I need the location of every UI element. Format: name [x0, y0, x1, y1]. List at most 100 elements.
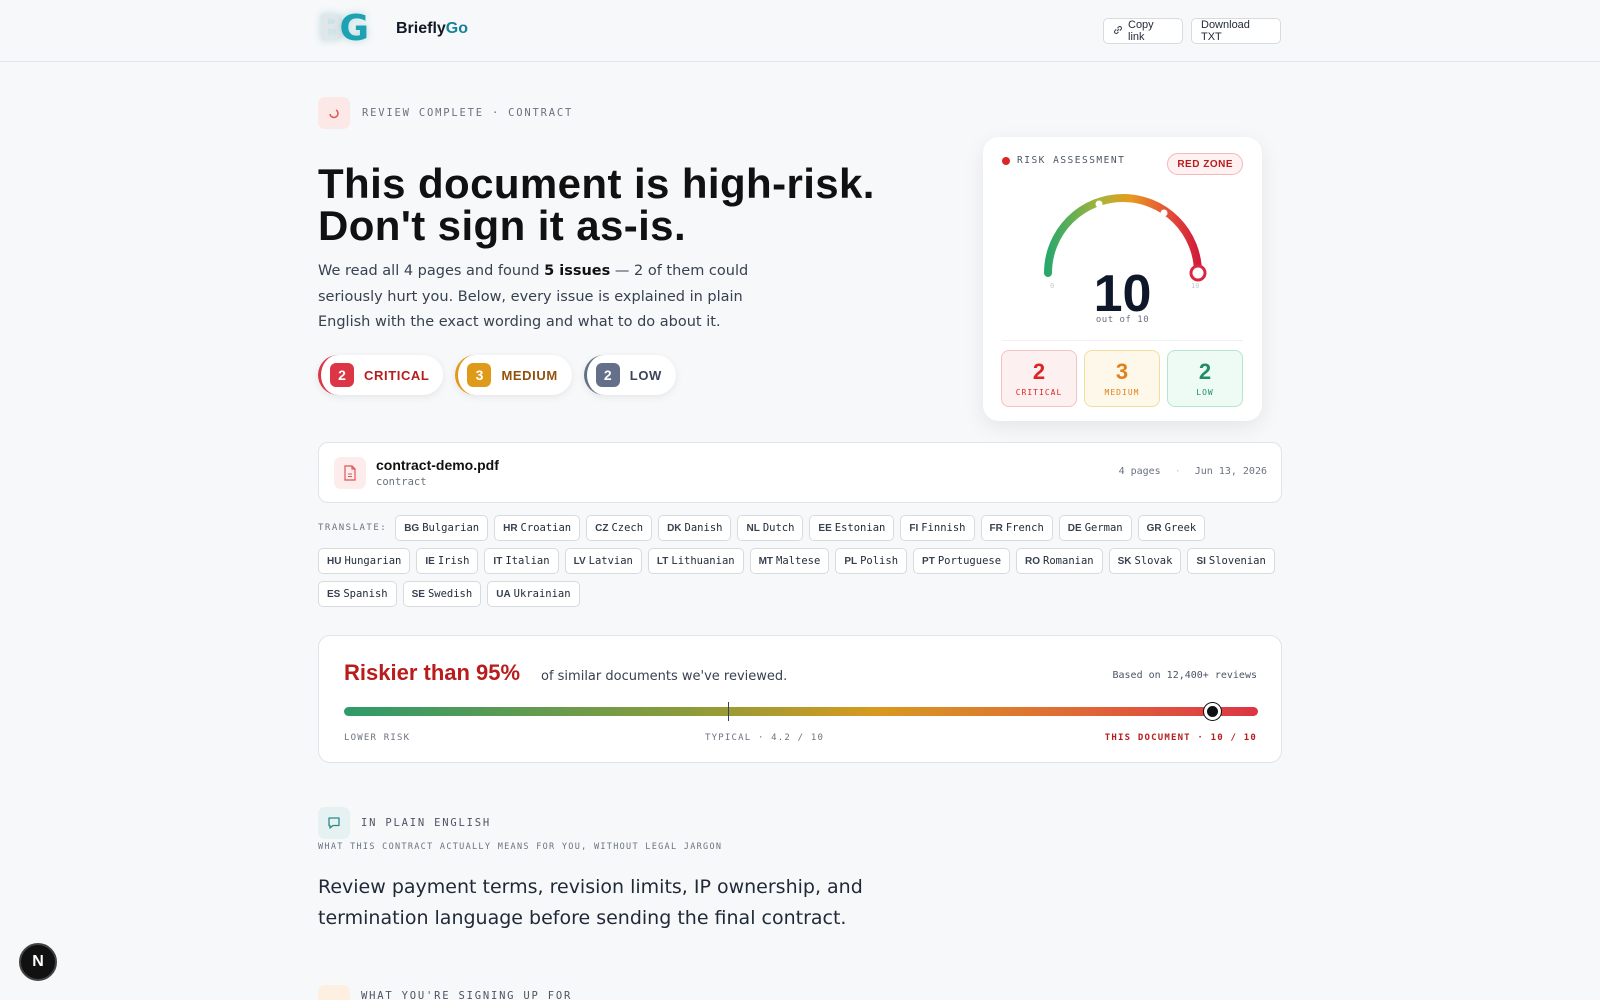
translate-chip-spanish[interactable]: ES Spanish — [318, 581, 397, 607]
language-name: Swedish — [427, 588, 473, 600]
country-code: IE — [425, 555, 435, 567]
document-icon — [334, 457, 366, 489]
country-code: RO — [1025, 555, 1041, 567]
severity-label: CRITICAL — [364, 367, 430, 383]
eyebrow-text: REVIEW COMPLETE · CONTRACT — [362, 107, 574, 119]
language-name: Finnish — [921, 522, 966, 534]
language-name: Lithuanian — [671, 555, 735, 567]
lower-risk-label: LOWER RISK — [344, 733, 411, 743]
translate-chip-slovak[interactable]: SK Slovak — [1108, 548, 1182, 574]
link-icon — [1113, 25, 1123, 38]
translate-chip-dutch[interactable]: NL Dutch — [737, 515, 804, 541]
language-name: Danish — [684, 522, 723, 534]
typical-label: TYPICAL · 4.2 / 10 — [705, 733, 825, 743]
translate-chip-maltese[interactable]: MT Maltese — [749, 548, 830, 574]
language-name: French — [1005, 522, 1044, 534]
translate-chip-ukrainian[interactable]: UA Ukrainian — [487, 581, 580, 607]
file-date: Jun 13, 2026 — [1194, 466, 1267, 477]
copy-link-button[interactable]: Copy link — [1103, 18, 1183, 44]
translate-chip-polish[interactable]: PL Polish — [835, 548, 908, 574]
country-code: GR — [1146, 522, 1162, 534]
country-code: ES — [327, 588, 341, 600]
language-name: Slovenian — [1208, 555, 1266, 567]
translate-chip-lithuanian[interactable]: LT Lithuanian — [647, 548, 744, 574]
risk-out-of: out of 10 — [1095, 315, 1150, 325]
this-document-marker — [1204, 703, 1222, 720]
country-code: BG — [404, 522, 420, 534]
translate-chip-bulgarian[interactable]: BG Bulgarian — [395, 515, 489, 541]
risk-count-medium: 3 MEDIUM — [1084, 350, 1160, 407]
translate-chip-swedish[interactable]: SE Swedish — [402, 581, 482, 607]
file-name: contract-demo.pdf — [376, 457, 499, 473]
country-code: FI — [909, 522, 919, 534]
logo-mark: BG — [318, 8, 369, 49]
language-name: Greek — [1164, 522, 1197, 534]
translate-chip-latvian[interactable]: LV Latvian — [564, 548, 642, 574]
risk-scale-bar — [344, 707, 1258, 716]
language-name: Italian — [505, 555, 550, 567]
plain-english-title: IN PLAIN ENGLISH — [361, 817, 491, 829]
country-code: MT — [758, 555, 774, 567]
translate-chip-irish[interactable]: IE Irish — [416, 548, 479, 574]
translate-chip-croatian[interactable]: HR Croatian — [494, 515, 581, 541]
framework-badge[interactable]: N — [19, 943, 57, 981]
comparison-headline: Riskier than 95% — [344, 660, 521, 685]
translate-chip-estonian[interactable]: EE Estonian — [809, 515, 895, 541]
language-name: Spanish — [343, 588, 388, 600]
risk-assessment-card: RISK ASSESSMENT RED ZONE 0 10 10 out of … — [983, 137, 1262, 421]
gauge-arc — [1044, 194, 1202, 277]
risk-comparison-card: Riskier than 95% of similar documents we… — [318, 635, 1282, 763]
file-type: contract — [376, 476, 427, 488]
country-code: SI — [1196, 555, 1206, 567]
translate-chip-german[interactable]: DE German — [1058, 515, 1132, 541]
translate-chip-italian[interactable]: IT Italian — [484, 548, 559, 574]
logo[interactable]: BG BrieflyGo — [318, 8, 468, 49]
next-section-title: WHAT YOU'RE SIGNING UP FOR — [361, 990, 573, 1000]
this-document-label: THIS DOCUMENT · 10 / 10 — [1104, 733, 1257, 743]
country-code: PT — [922, 555, 935, 567]
translate-chip-greek[interactable]: GR Greek — [1137, 515, 1206, 541]
translate-chip-finnish[interactable]: FI Finnish — [900, 515, 975, 541]
severity-label: LOW — [629, 367, 662, 383]
language-name: Croatian — [520, 522, 572, 534]
risk-title: RISK ASSESSMENT — [1017, 155, 1126, 166]
plain-english-subtitle: WHAT THIS CONTRACT ACTUALLY MEANS FOR YO… — [318, 842, 723, 852]
risk-count-label: MEDIUM — [1104, 387, 1140, 397]
severity-pill-low[interactable]: 2 LOW — [583, 355, 676, 395]
zone-badge: RED ZONE — [1167, 153, 1243, 175]
translate-chip-danish[interactable]: DK Danish — [658, 515, 732, 541]
severity-count: 3 — [467, 363, 492, 387]
translate-chip-hungarian[interactable]: HU Hungarian — [318, 548, 411, 574]
translate-label: TRANSLATE: — [318, 523, 388, 533]
translate-chip-portuguese[interactable]: PT Portuguese — [913, 548, 1011, 574]
country-code: HR — [503, 522, 518, 534]
risk-header: RISK ASSESSMENT — [1002, 155, 1125, 166]
translate-chip-czech[interactable]: CZ Czech — [586, 515, 653, 541]
severity-pill-critical[interactable]: 2 CRITICAL — [318, 355, 444, 395]
top-bar: BG BrieflyGo Copy link Download TXT — [0, 0, 1600, 62]
country-code: HU — [327, 555, 342, 567]
country-code: IT — [493, 555, 503, 567]
country-code: EE — [818, 522, 832, 534]
language-name: Hungarian — [344, 555, 402, 567]
country-code: DK — [667, 522, 682, 534]
translate-chip-slovenian[interactable]: SI Slovenian — [1187, 548, 1275, 574]
risk-count-value: 2 — [1032, 358, 1046, 384]
language-name: Latvian — [588, 555, 633, 567]
translate-chip-french[interactable]: FR French — [980, 515, 1053, 541]
download-txt-button[interactable]: Download TXT — [1191, 18, 1281, 44]
country-code: SK — [1117, 555, 1132, 567]
next-section-header: WHAT YOU'RE SIGNING UP FOR — [318, 985, 572, 1000]
language-name: Maltese — [776, 555, 821, 567]
risk-count-value: 2 — [1198, 358, 1212, 384]
severity-pill-medium[interactable]: 3 MEDIUM — [455, 355, 572, 395]
chat-bubble-icon — [318, 807, 350, 839]
language-name: Dutch — [762, 522, 795, 534]
language-name: Romanian — [1043, 555, 1094, 567]
gauge-marker — [1095, 200, 1103, 208]
country-code: LT — [656, 555, 669, 567]
translate-chip-romanian[interactable]: RO Romanian — [1016, 548, 1103, 574]
translate-row: TRANSLATE: BG Bulgarian HR Croatian CZ Czech D… — [318, 515, 1288, 607]
language-name: Czech — [611, 522, 644, 534]
plain-english-body: Review payment terms, revision limits, I… — [318, 876, 863, 929]
